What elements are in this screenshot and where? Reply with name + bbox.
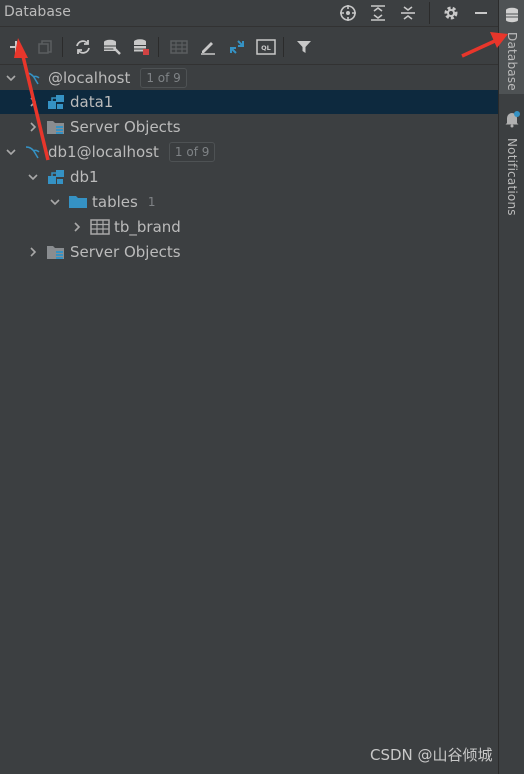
tree-item-label: data1 (70, 93, 114, 111)
db-stop-icon[interactable] (128, 34, 154, 60)
collapse-all-icon[interactable] (397, 2, 419, 24)
jump-to-source-icon[interactable] (224, 34, 250, 60)
minimize-icon[interactable] (470, 2, 492, 24)
mysql-icon (24, 143, 44, 161)
schema-icon (46, 93, 66, 111)
tree-item-tables[interactable]: tables 1 (0, 190, 498, 214)
tree-item-db1-localhost[interactable]: db1@localhost 1 of 9 (0, 140, 498, 164)
chevron-right-icon[interactable] (26, 245, 40, 259)
filter-icon[interactable] (291, 34, 317, 60)
database-panel: Database QL @localhost 1 of 9 data1 Serv… (0, 0, 498, 774)
server-objects-icon (46, 243, 66, 261)
table-count: 1 (147, 195, 156, 209)
schema-icon (46, 168, 66, 186)
folder-icon (68, 193, 88, 211)
tab-database-label: Database (505, 32, 519, 91)
add-icon[interactable] (3, 34, 29, 60)
tree-item-label: Server Objects (70, 118, 181, 136)
mysql-icon (24, 69, 44, 87)
tree-item-data1[interactable]: data1 (0, 90, 498, 114)
tree-item-label: tb_brand (114, 218, 181, 236)
bell-icon (503, 110, 521, 132)
database-icon (504, 6, 520, 28)
panel-title: Database (4, 4, 71, 20)
expand-all-icon[interactable] (367, 2, 389, 24)
chevron-down-icon[interactable] (4, 71, 18, 85)
table-view-icon[interactable] (166, 34, 192, 60)
tree-item-label: Server Objects (70, 243, 181, 261)
svg-text:QL: QL (261, 44, 271, 52)
chevron-right-icon[interactable] (26, 95, 40, 109)
tree-item-server-objects[interactable]: Server Objects (0, 115, 498, 139)
chevron-down-icon[interactable] (48, 195, 62, 209)
query-console-icon[interactable]: QL (253, 34, 279, 60)
schema-count-badge[interactable]: 1 of 9 (140, 68, 187, 88)
edit-icon[interactable] (195, 34, 221, 60)
chevron-right-icon[interactable] (70, 220, 84, 234)
chevron-right-icon[interactable] (26, 120, 40, 134)
tree-item-db1[interactable]: db1 (0, 165, 498, 189)
tree-item-label: db1 (70, 168, 99, 186)
refresh-icon[interactable] (70, 34, 96, 60)
panel-title-bar: Database (0, 0, 498, 27)
tab-notifications[interactable]: Notifications (499, 110, 524, 220)
schema-count-badge[interactable]: 1 of 9 (168, 142, 216, 162)
chevron-down-icon[interactable] (26, 170, 40, 184)
tree-item-localhost[interactable]: @localhost 1 of 9 (0, 66, 498, 90)
target-icon[interactable] (337, 2, 359, 24)
data-source-properties-icon[interactable] (99, 34, 125, 60)
tab-notifications-label: Notifications (505, 138, 519, 216)
tree-item-label: db1@localhost (48, 143, 159, 161)
table-icon (90, 218, 110, 236)
right-tool-window-bar: Database Notifications (498, 0, 524, 774)
watermark: CSDN @山谷倾城 (370, 746, 493, 764)
tree-item-tb-brand[interactable]: tb_brand (0, 215, 498, 239)
gear-icon[interactable] (440, 2, 462, 24)
copy-icon[interactable] (32, 34, 58, 60)
tree-item-label: tables (92, 193, 138, 211)
server-objects-icon (46, 118, 66, 136)
toolbar: QL (0, 30, 498, 65)
chevron-down-icon[interactable] (4, 145, 18, 159)
tree-item-server-objects[interactable]: Server Objects (0, 240, 498, 264)
tab-database[interactable]: Database (499, 0, 524, 94)
tree-item-label: @localhost (48, 69, 131, 87)
